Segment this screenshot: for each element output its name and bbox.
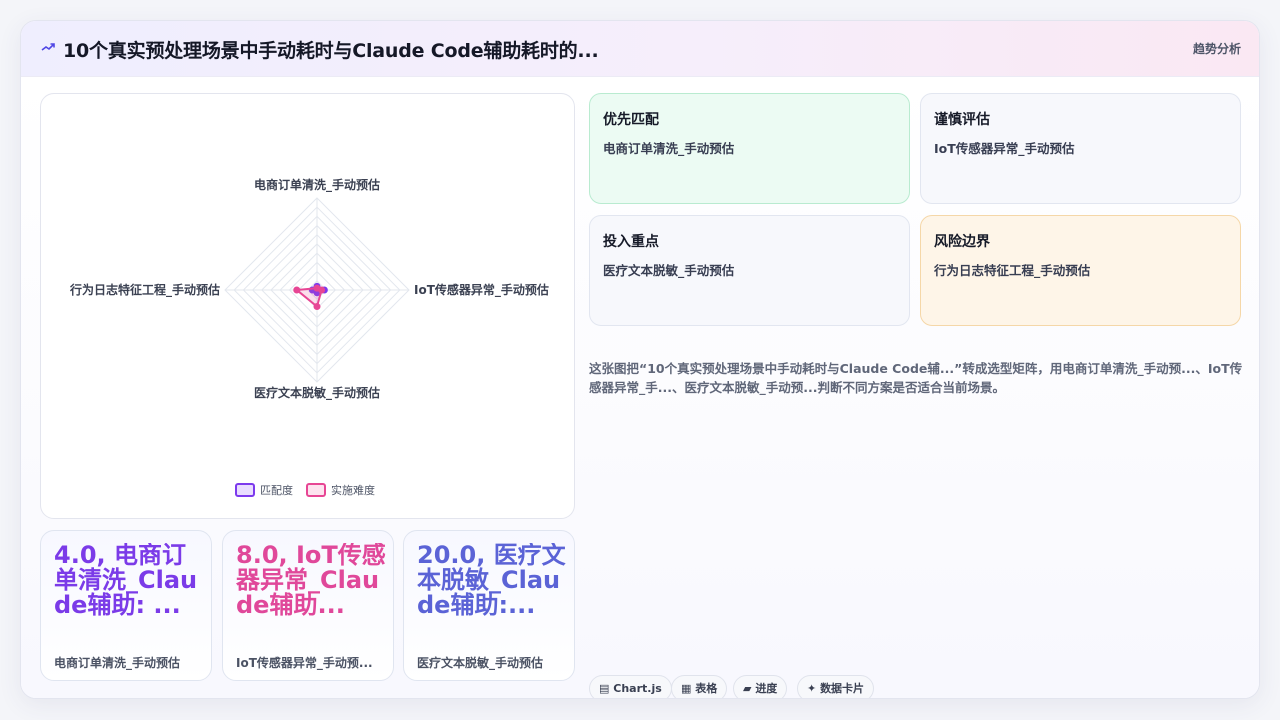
radar-point-s2-3[interactable] [313,303,321,311]
kpi-value-2: 8.0, IoT传感器异常_Claude辅助... [236,543,386,619]
sparkle-icon: ✦ [807,682,817,695]
table-icon: ▦ [681,682,692,695]
axis-label-right: IoT传感器异常_手动预估 [414,282,549,298]
card-body: 电商订单清洗_手动预估 IoT传感器异常_手动预估 医疗文本脱敏_手动预估 行为… [21,77,1259,698]
kpi-label-1: 电商订单清洗_手动预估 [54,656,181,670]
quadrant-title: 谨慎评估 [934,112,990,128]
kpi-value-3: 20.0, 医疗文本脱敏_Claude辅助:... [417,543,566,619]
chip-chartjs[interactable]: ▤ Chart.js [589,675,672,698]
chip-label: Chart.js [613,682,662,695]
quadrant-text: 行为日志特征工程_手动预估 [934,263,1091,278]
progress-icon: ▰ [743,682,752,695]
legend-swatch-series1[interactable] [235,483,255,497]
chart-icon: ▤ [599,682,610,695]
radar-point-s2-2[interactable] [318,286,326,294]
chip-label: 进度 [755,682,778,695]
quadrant-text: 电商订单清洗_手动预估 [603,141,735,156]
kpi-value-1: 4.0, 电商订单清洗_Claude辅助: ... [54,543,198,619]
kpi-card-1: 4.0, 电商订单清洗_Claude辅助: ... 电商订单清洗_手动预估 [40,530,212,681]
quadrant-text: IoT传感器异常_手动预估 [934,141,1075,156]
legend-label-series1[interactable]: 匹配度 [260,483,293,497]
chip-progress[interactable]: ▰ 进度 [733,675,788,698]
trend-analysis-tag: 趋势分析 [1192,42,1241,56]
quadrant-priority-match: 优先匹配 电商订单清洗_手动预估 [589,93,910,204]
legend-swatch-series2[interactable] [306,483,326,497]
chart-description: 这张图把“10个真实预处理场景中手动耗时与Claude Code辅...”转成选… [589,361,1243,395]
page-title: 10个真实预处理场景中手动耗时与Claude Code辅助耗时的... [63,40,599,62]
kpi-card-2: 8.0, IoT传感器异常_Claude辅助... IoT传感器异常_手动预..… [222,530,394,681]
dashboard-card: 10个真实预处理场景中手动耗时与Claude Code辅助耗时的... 趋势分析… [20,20,1260,699]
chip-data-card[interactable]: ✦ 数据卡片 [797,675,875,698]
radar-chart-panel: 电商订单清洗_手动预估 IoT传感器异常_手动预估 医疗文本脱敏_手动预估 行为… [40,93,575,519]
quadrant-title: 优先匹配 [603,112,659,128]
chip-table[interactable]: ▦ 表格 [671,675,728,698]
quadrant-careful-evaluate: 谨慎评估 IoT传感器异常_手动预估 [920,93,1241,204]
chart-legend: 匹配度 实施难度 [235,483,375,497]
quadrant-title: 投入重点 [603,234,659,250]
chip-label: 数据卡片 [820,682,865,695]
axis-label-bottom: 医疗文本脱敏_手动预估 [254,385,380,401]
kpi-label-2: IoT传感器异常_手动预... [236,656,373,670]
quadrant-text: 医疗文本脱敏_手动预估 [603,263,735,278]
radar-chart: 电商订单清洗_手动预估 IoT传感器异常_手动预估 医疗文本脱敏_手动预估 行为… [69,177,549,497]
quadrant-title: 风险边界 [934,234,990,250]
quadrant-investment-focus: 投入重点 医疗文本脱敏_手动预估 [589,215,910,326]
card-header: 10个真实预处理场景中手动耗时与Claude Code辅助耗时的... 趋势分析 [21,21,1259,77]
kpi-card-3: 20.0, 医疗文本脱敏_Claude辅助:... 医疗文本脱敏_手动预估 [403,530,575,681]
kpi-label-3: 医疗文本脱敏_手动预估 [417,656,544,670]
quadrant-risk-boundary: 风险边界 行为日志特征工程_手动预估 [920,215,1241,326]
axis-label-left: 行为日志特征工程_手动预估 [69,282,220,298]
trend-icon [41,43,55,51]
axis-label-top: 电商订单清洗_手动预估 [254,177,380,193]
radar-point-s2-4[interactable] [293,286,301,294]
legend-label-series2[interactable]: 实施难度 [331,483,375,497]
chip-label: 表格 [695,682,718,695]
